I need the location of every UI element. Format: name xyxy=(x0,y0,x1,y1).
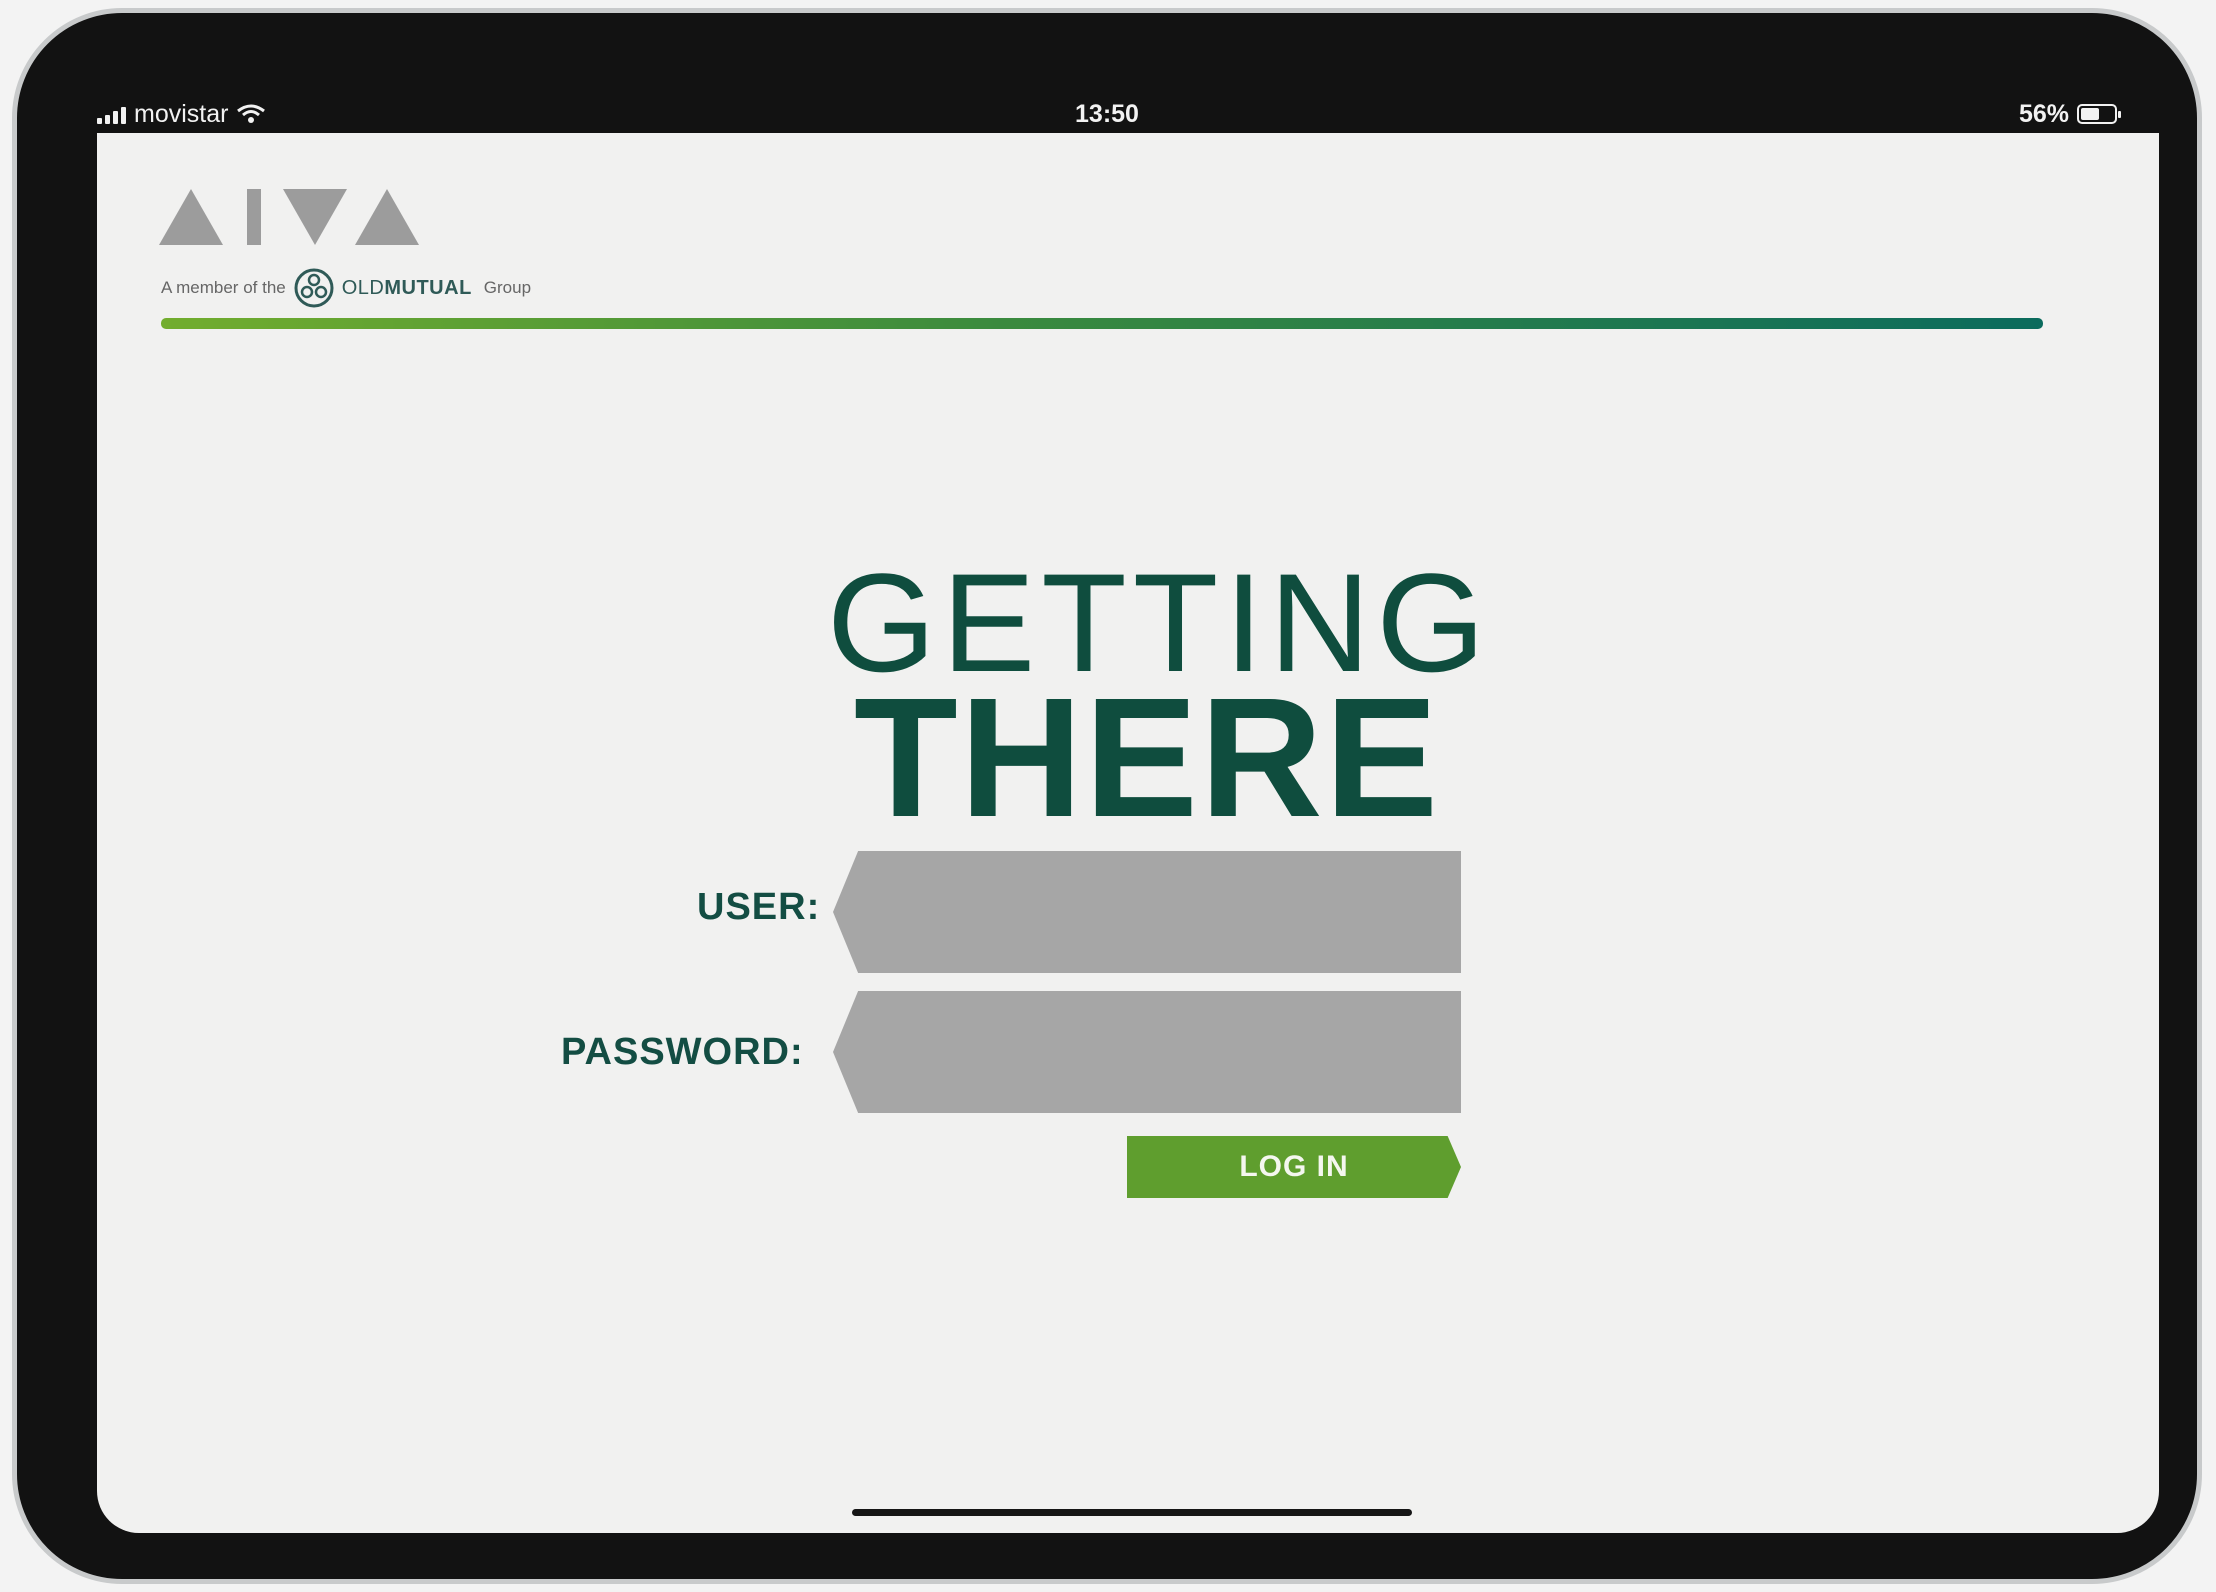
login-button[interactable]: LOG IN xyxy=(1127,1136,1461,1198)
membership-line: A member of the OLDMUTUAL Group xyxy=(161,268,531,308)
status-time: 13:50 xyxy=(1075,99,1139,128)
home-indicator[interactable] xyxy=(852,1509,1412,1516)
wifi-icon xyxy=(237,104,266,123)
status-bar: movistar 13:50 56% xyxy=(97,91,2121,137)
partner-suffix: Group xyxy=(483,278,532,297)
tablet-frame: movistar 13:50 56% A member of the OLDMU… xyxy=(12,8,2202,1584)
aiva-logo xyxy=(159,189,419,245)
hero-title-line2: THERE xyxy=(853,663,1441,853)
user-input[interactable] xyxy=(833,851,1461,973)
old-mutual-emblem-icon xyxy=(294,268,334,308)
carrier-name: movistar xyxy=(134,99,229,128)
partner-name: OLDMUTUAL xyxy=(341,276,472,299)
status-right: 56% xyxy=(2018,99,2121,129)
password-label: PASSWORD: xyxy=(561,1031,804,1073)
header-divider xyxy=(161,318,2043,329)
battery-icon xyxy=(2077,104,2121,124)
battery-level xyxy=(2081,108,2099,120)
user-label: USER: xyxy=(697,886,821,928)
password-input[interactable] xyxy=(833,991,1461,1113)
signal-bars-icon xyxy=(97,104,126,124)
status-left: movistar xyxy=(97,100,266,129)
app-screen: A member of the OLDMUTUAL Group GETTING … xyxy=(97,133,2159,1533)
battery-percent: 56% xyxy=(2018,99,2069,128)
member-prefix: A member of the xyxy=(161,278,286,297)
